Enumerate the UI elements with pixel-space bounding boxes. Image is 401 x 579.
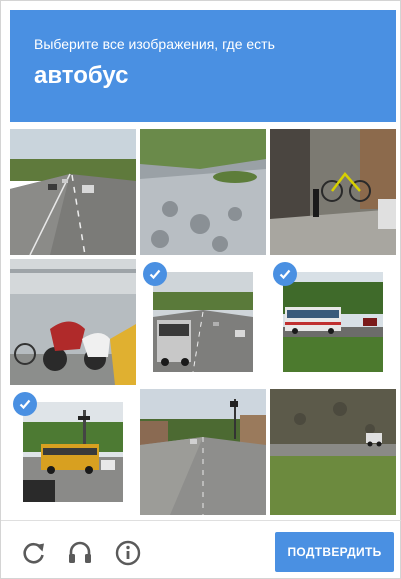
headphones-icon[interactable]	[65, 538, 95, 568]
check-icon	[273, 262, 297, 286]
tile-image	[153, 272, 253, 372]
footer-divider	[1, 520, 401, 521]
verify-button[interactable]: ПОДТВЕРДИТЬ	[275, 532, 394, 572]
reload-icon[interactable]	[19, 538, 49, 568]
captcha-frame: Выберите все изображения, где есть автоб…	[0, 0, 401, 579]
target-object: автобус	[34, 62, 129, 89]
image-tile-8[interactable]	[140, 389, 266, 515]
tile-image	[10, 129, 136, 255]
check-icon	[143, 262, 167, 286]
tile-image	[140, 389, 266, 515]
tile-image	[270, 389, 396, 515]
check-icon	[13, 392, 37, 416]
tile-image	[270, 129, 396, 255]
image-tile-3[interactable]	[270, 129, 396, 255]
tile-image	[140, 129, 266, 255]
tile-image	[283, 272, 383, 372]
info-icon[interactable]	[113, 538, 143, 568]
image-tile-9[interactable]	[270, 389, 396, 515]
image-tile-6[interactable]	[270, 259, 396, 385]
image-tile-1[interactable]	[10, 129, 136, 255]
tile-image	[23, 402, 123, 502]
challenge-header: Выберите все изображения, где есть автоб…	[10, 10, 396, 122]
image-tile-2[interactable]	[140, 129, 266, 255]
image-grid	[10, 129, 396, 515]
image-tile-4[interactable]	[10, 259, 136, 385]
tile-image	[10, 259, 136, 385]
image-tile-5[interactable]	[140, 259, 266, 385]
instruction-text: Выберите все изображения, где есть	[34, 36, 275, 52]
image-tile-7[interactable]	[10, 389, 136, 515]
